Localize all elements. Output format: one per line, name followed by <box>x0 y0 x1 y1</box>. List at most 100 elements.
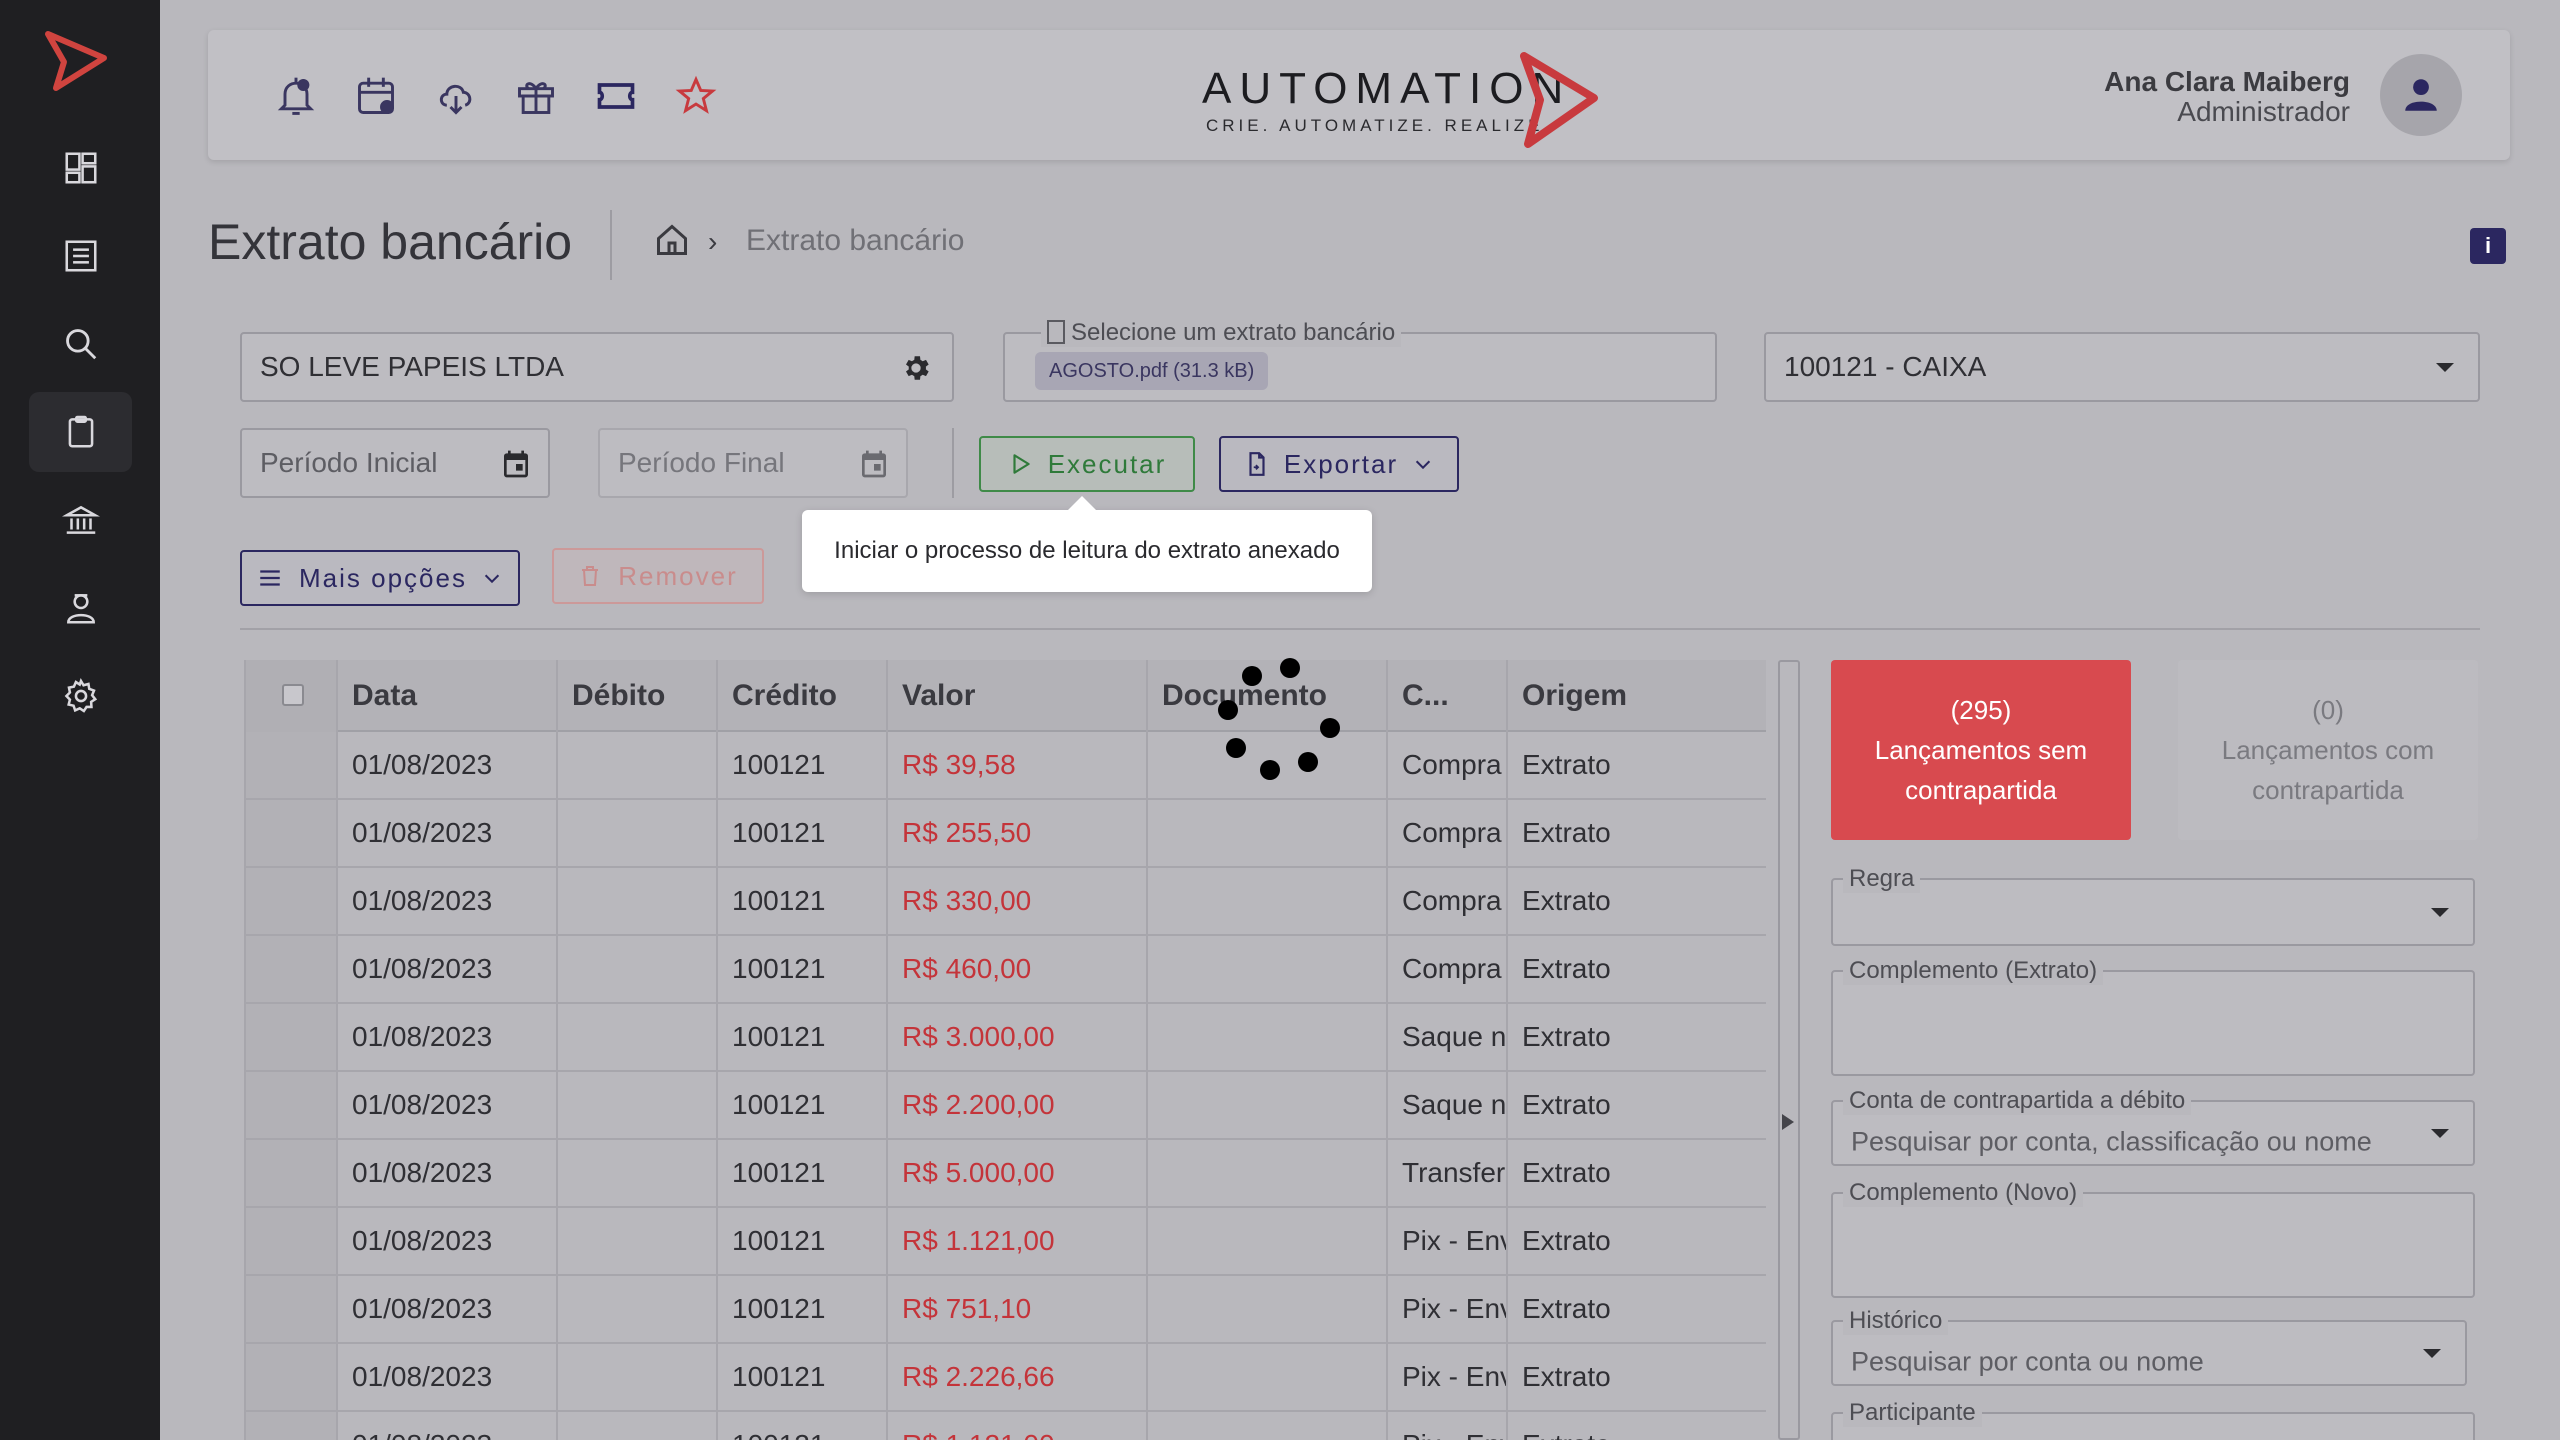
bell-icon[interactable] <box>274 74 318 118</box>
table-row[interactable]: 01/08/2023 100121 R$ 39,58 Compra Extrato <box>246 732 1766 800</box>
column-header-data[interactable]: Data <box>338 660 558 732</box>
home-icon[interactable] <box>654 222 690 258</box>
column-header-credito[interactable]: Crédito <box>718 660 888 732</box>
select-all-cell <box>246 660 338 732</box>
expand-arrow-icon[interactable] <box>1782 1114 1794 1130</box>
debit-account-select[interactable]: Conta de contrapartida a débito Pesquisa… <box>1831 1087 2475 1166</box>
user-icon <box>2405 79 2437 111</box>
info-button[interactable]: i <box>2470 228 2506 264</box>
avatar[interactable] <box>2380 54 2462 136</box>
gift-icon[interactable] <box>514 74 558 118</box>
table-row[interactable]: 01/08/2023 100121R$ 2.200,00 Saque no Extra… <box>246 1072 1766 1140</box>
table-row[interactable]: 01/08/2023 100121 R$ 2.226,66 Pix - Env Extr… <box>246 1344 1766 1412</box>
page-title: Extrato bancário <box>208 214 573 270</box>
row-select-cell <box>246 800 338 866</box>
file-chip[interactable]: AGOSTO.pdf (31.3 kB) <box>1035 352 1269 390</box>
complement-extract-field[interactable]: Complemento (Extrato) <box>1831 957 2475 1076</box>
export-button[interactable]: Exportar <box>1219 436 1459 492</box>
file-upload-field[interactable]: Selecione um extrato bancário AGOSTO.pdf… <box>1003 319 1717 402</box>
cell-origem: Extrato <box>1508 1412 1766 1440</box>
cell-data: 01/08/2023 <box>338 732 558 798</box>
ticket-icon[interactable] <box>594 74 638 118</box>
table-row[interactable]: 01/08/2023 100121 R$ 255,50 Compra Extrato <box>246 800 1766 868</box>
complement-extract-label: Complemento (Extrato) <box>1843 957 2104 985</box>
row-select-cell <box>246 1412 338 1440</box>
table-row[interactable]: 01/08/2023 100121R$ 5.000,00 Transferê Extr… <box>246 1140 1766 1208</box>
column-header-c[interactable]: C... <box>1388 660 1508 732</box>
table-row[interactable]: 01/08/2023 100121 R$ 330,00 Compra Extrato <box>246 868 1766 936</box>
row-select-cell <box>246 1004 338 1070</box>
run-button[interactable]: Executar <box>979 436 1195 492</box>
unmatched-label: Lançamentos sem contrapartida <box>1874 735 2088 805</box>
sidebar-item-clipboard[interactable] <box>29 392 132 472</box>
column-header-valor[interactable]: Valor <box>888 660 1148 732</box>
user-support-icon <box>66 594 95 624</box>
table-row[interactable]: 01/08/2023 100121 R$ 751,10 Pix - Env Extrat… <box>246 1276 1766 1344</box>
sidebar-item-dashboard[interactable] <box>29 128 132 208</box>
cell-documento <box>1148 868 1388 934</box>
cell-debito <box>558 936 718 1002</box>
cell-origem: Extrato <box>1522 1157 1611 1188</box>
cell-documento <box>1148 1412 1388 1440</box>
cell-valor: R$ 330,00 <box>888 868 1148 934</box>
debit-account-label: Conta de contrapartida a débito <box>1843 1087 2192 1115</box>
sidebar-item-settings[interactable] <box>29 656 132 736</box>
end-date-field[interactable]: Período Final <box>598 428 908 498</box>
cell-valor: R$ 460,00 <box>888 936 1148 1002</box>
calendar-icon[interactable] <box>858 448 890 480</box>
table-row[interactable]: 01/08/2023 100121R$ 3.000,00 Saque no Extra… <box>246 1004 1766 1072</box>
cell-data: 01/08/2023 <box>338 1276 558 1342</box>
cell-data: 01/08/2023 <box>338 800 558 866</box>
sidebar-item-user-support[interactable] <box>29 568 132 648</box>
brand-mark-icon <box>1520 52 1598 148</box>
company-select[interactable]: SO LEVE PAPEIS LTDA <box>240 332 954 402</box>
table-row[interactable]: 01/08/2023100121R$ 1.121,00Pix - EnvExtr… <box>246 1412 1766 1440</box>
more-options-button[interactable]: Mais opções <box>240 550 520 606</box>
cell-debito <box>558 800 718 866</box>
cloud-download-icon[interactable] <box>434 74 478 118</box>
table-header: Data Débito Crédito Valor Documento C...… <box>246 660 1766 732</box>
panel-splitter[interactable] <box>1778 660 1800 1440</box>
history-select[interactable]: Histórico Pesquisar por conta ou nome <box>1831 1307 2467 1386</box>
cell-documento <box>1148 1276 1388 1342</box>
menu-icon <box>260 570 280 586</box>
participant-select[interactable]: Participante <box>1831 1399 2475 1440</box>
remove-button[interactable]: Remover <box>552 548 764 604</box>
sidebar-item-list[interactable] <box>29 216 132 296</box>
column-header-debito[interactable]: Débito <box>558 660 718 732</box>
sidebar-item-search[interactable] <box>29 304 132 384</box>
filter-divider <box>952 428 954 498</box>
gear-icon[interactable] <box>900 352 932 384</box>
play-icon <box>1013 454 1030 474</box>
matched-entries-button[interactable]: (0) Lançamentos com contrapartida <box>2178 660 2478 840</box>
table-row[interactable]: 01/08/2023 100121 R$ 460,00 Compra Extrato <box>246 936 1766 1004</box>
clipboard-icon <box>68 415 93 448</box>
start-date-field[interactable]: Período Inicial <box>240 428 550 498</box>
trash-icon <box>582 566 599 586</box>
calendar-icon[interactable] <box>354 74 398 118</box>
cell-valor: R$ 5.000,00 <box>888 1140 1148 1206</box>
rule-select[interactable]: Regra <box>1831 865 2475 946</box>
complement-new-field[interactable]: Complemento (Novo) <box>1831 1179 2475 1298</box>
cell-valor: R$ 2.226,66 <box>888 1344 1148 1410</box>
star-icon[interactable] <box>674 74 718 118</box>
user-role: Administrador <box>2177 96 2350 127</box>
sidebar-item-bank[interactable] <box>29 480 132 560</box>
column-header-origem[interactable]: Origem <box>1508 660 1766 732</box>
calendar-icon[interactable] <box>500 448 532 480</box>
account-select[interactable]: 100121 - CAIXA <box>1764 332 2480 402</box>
select-all-checkbox[interactable] <box>282 684 304 706</box>
cell-debito <box>558 1276 718 1342</box>
app-logo-icon[interactable] <box>42 28 112 98</box>
cell-debito <box>558 732 718 798</box>
list-icon <box>64 240 97 272</box>
cell-credito: 100121 <box>718 1344 888 1410</box>
gear-icon <box>64 677 97 713</box>
unmatched-entries-button[interactable]: (295) Lançamentos sem contrapartida <box>1831 660 2131 840</box>
sidebar <box>0 0 160 1440</box>
file-upload-label: Selecione um extrato bancário <box>1041 319 1402 347</box>
table-row[interactable]: 01/08/2023100121R$ 1.121,00Pix - EnvExtr… <box>246 1208 1766 1276</box>
user-name: Ana Clara Maiberg <box>2104 66 2350 97</box>
rule-label: Regra <box>1843 865 1921 893</box>
title-divider <box>610 210 612 280</box>
